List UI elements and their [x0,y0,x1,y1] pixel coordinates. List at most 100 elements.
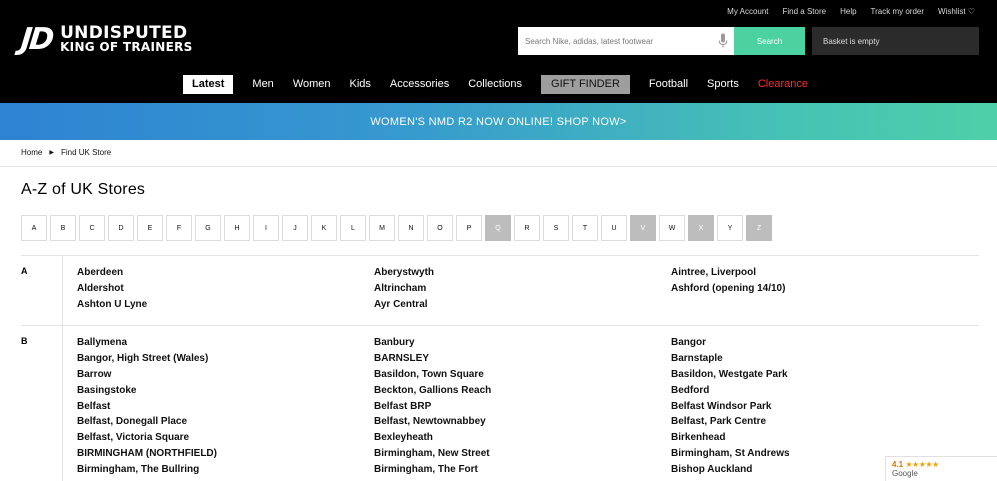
nav-clearance[interactable]: Clearance [758,75,808,94]
nav-women[interactable]: Women [293,75,331,94]
store-link[interactable]: Basildon, Westgate Park [671,367,790,383]
store-column: Ballymena Bangor, High Street (Wales) Barr… [77,335,217,478]
help-link[interactable]: Help [840,7,856,16]
letter-button-p[interactable]: P [456,215,482,241]
divider [0,166,997,167]
rating-source: Google [892,469,918,478]
store-link[interactable]: Belfast [77,399,217,415]
letter-button-h[interactable]: H [224,215,250,241]
store-link[interactable]: BARNSLEY [374,351,491,367]
store-link[interactable]: Belfast, Park Centre [671,414,790,430]
letter-button-n[interactable]: N [398,215,424,241]
store-column: Aberdeen Aldershot Ashton U Lyne [77,265,147,313]
store-link[interactable]: BIRMINGHAM (NORTHFIELD) [77,446,217,462]
store-link[interactable]: Ashford (opening 14/10) [671,281,785,297]
section-vertical-divider [62,325,63,481]
store-link[interactable]: Basildon, Town Square [374,367,491,383]
letter-button-s[interactable]: S [543,215,569,241]
store-column: Aintree, Liverpool Ashford (opening 14/10… [671,265,785,297]
store-link[interactable]: Belfast Windsor Park [671,399,790,415]
search-button[interactable]: Search [734,27,805,55]
store-link[interactable]: Bishop Auckland [671,462,790,478]
jd-logo[interactable]: JD UNDISPUTED KING OF TRAINERS [19,22,193,57]
letter-button-c[interactable]: C [79,215,105,241]
nav-gift-finder[interactable]: GIFT FINDER [541,75,630,94]
letter-button-f[interactable]: F [166,215,192,241]
store-link[interactable]: Bedford [671,383,790,399]
letter-button-a[interactable]: A [21,215,47,241]
top-links: My Account Find a Store Help Track my or… [727,7,975,16]
store-link[interactable]: Basingstoke [77,383,217,399]
letter-button-m[interactable]: M [369,215,395,241]
store-link[interactable]: Birmingham, The Fort [374,462,491,478]
store-link[interactable]: Barrow [77,367,217,383]
store-link[interactable]: Ashton U Lyne [77,297,147,313]
nav-kids[interactable]: Kids [350,75,371,94]
letter-button-w[interactable]: W [659,215,685,241]
section-letter: A [21,266,28,276]
letter-button-l[interactable]: L [340,215,366,241]
store-link[interactable]: Aberystwyth [374,265,434,281]
google-rating-badge[interactable]: 4.1 ★★★★★ Google [885,456,997,481]
nav-latest[interactable]: Latest [183,75,234,94]
letter-button-z: Z [746,215,772,241]
letter-button-t[interactable]: T [572,215,598,241]
letter-button-v: V [630,215,656,241]
breadcrumb-home[interactable]: Home [21,148,42,157]
find-store-link[interactable]: Find a Store [783,7,827,16]
basket-button[interactable]: Basket is empty [812,27,979,55]
store-link[interactable]: Birmingham, St Andrews [671,446,790,462]
letter-button-g[interactable]: G [195,215,221,241]
store-link[interactable]: Birkenhead [671,430,790,446]
store-link[interactable]: Belfast, Victoria Square [77,430,217,446]
store-link[interactable]: Beckton, Gallions Reach [374,383,491,399]
letter-button-i[interactable]: I [253,215,279,241]
letter-button-q: Q [485,215,511,241]
page-title: A-Z of UK Stores [21,181,146,198]
store-link[interactable]: Bexleyheath [374,430,491,446]
store-link[interactable]: Bangor, High Street (Wales) [77,351,217,367]
store-link[interactable]: Birmingham, New Street [374,446,491,462]
store-link[interactable]: Bangor [671,335,790,351]
store-link[interactable]: Ayr Central [374,297,434,313]
letter-button-y[interactable]: Y [717,215,743,241]
site-header: My Account Find a Store Help Track my or… [0,0,997,103]
store-link[interactable]: Aldershot [77,281,147,297]
my-account-link[interactable]: My Account [727,7,768,16]
store-link[interactable]: Birmingham, The Bullring [77,462,217,478]
store-link[interactable]: Belfast, Donegall Place [77,414,217,430]
letter-button-j[interactable]: J [282,215,308,241]
search-input[interactable] [518,27,734,55]
microphone-icon[interactable] [718,33,728,49]
section-divider [21,255,979,256]
logo-line-2: KING OF TRAINERS [60,40,193,54]
promo-banner[interactable]: WOMEN'S NMD R2 NOW ONLINE! SHOP NOW> [0,103,997,140]
store-column: Banbury BARNSLEY Basildon, Town Square Beck… [374,335,491,478]
letter-button-x: X [688,215,714,241]
track-order-link[interactable]: Track my order [871,7,925,16]
logo-tagline: UNDISPUTED KING OF TRAINERS [60,25,193,55]
store-link[interactable]: Ballymena [77,335,217,351]
nav-accessories[interactable]: Accessories [390,75,449,94]
letter-button-e[interactable]: E [137,215,163,241]
letter-button-r[interactable]: R [514,215,540,241]
store-link[interactable]: Belfast, Newtownabbey [374,414,491,430]
letter-button-u[interactable]: U [601,215,627,241]
nav-football[interactable]: Football [649,75,688,94]
letter-button-d[interactable]: D [108,215,134,241]
main-nav: Latest Men Women Kids Accessories Collec… [183,75,808,94]
wishlist-link[interactable]: Wishlist ♡ [938,7,975,16]
store-link[interactable]: Altrincham [374,281,434,297]
letter-button-b[interactable]: B [50,215,76,241]
store-link[interactable]: Aintree, Liverpool [671,265,785,281]
nav-men[interactable]: Men [252,75,273,94]
letter-button-o[interactable]: O [427,215,453,241]
store-link[interactable]: Barnstaple [671,351,790,367]
nav-collections[interactable]: Collections [468,75,522,94]
store-link[interactable]: Belfast BRP [374,399,491,415]
letter-button-k[interactable]: K [311,215,337,241]
store-link[interactable]: Banbury [374,335,491,351]
nav-sports[interactable]: Sports [707,75,739,94]
store-column: Bangor Barnstaple Basildon, Westgate Park B… [671,335,790,478]
store-link[interactable]: Aberdeen [77,265,147,281]
